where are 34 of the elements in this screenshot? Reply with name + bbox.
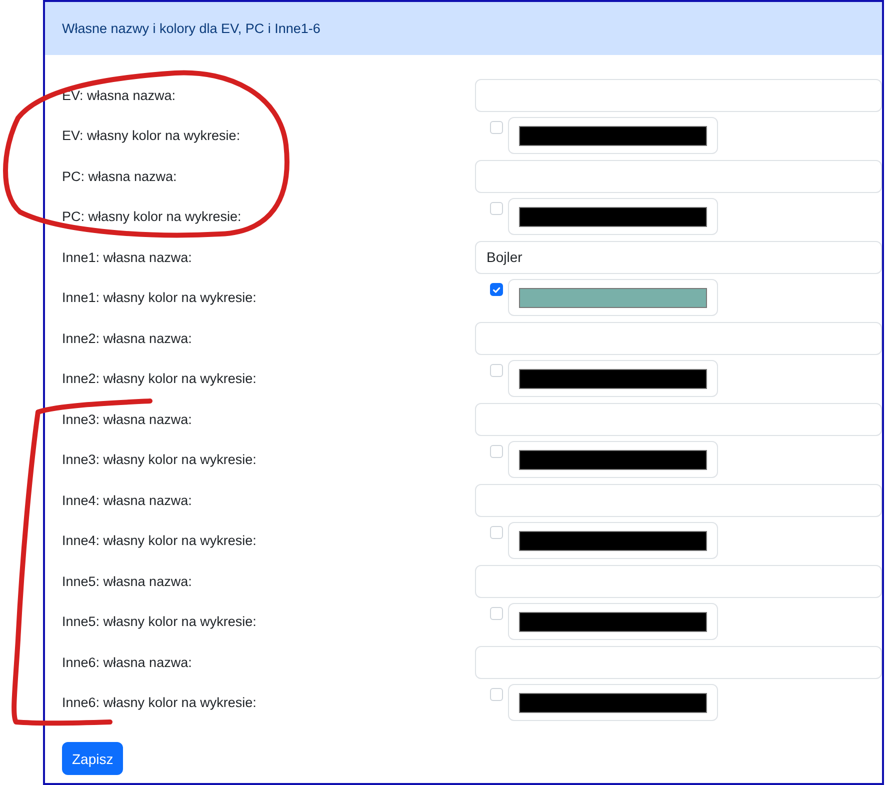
field-label: PC: własna nazwa: xyxy=(62,168,178,184)
field-label: EV: własny kolor na wykresie: xyxy=(62,128,242,144)
save-button[interactable]: Zapisz xyxy=(62,742,124,775)
name-input[interactable] xyxy=(475,484,882,517)
checkbox[interactable] xyxy=(490,283,503,296)
name-input[interactable] xyxy=(475,322,882,355)
field-label: Inne6: własny kolor na wykresie: xyxy=(62,695,258,710)
color-picker[interactable] xyxy=(508,441,718,478)
field-label: Inne1: własna nazwa: xyxy=(62,250,193,265)
field-label: Inne4: własny kolor na wykresie: xyxy=(62,533,258,548)
name-input[interactable] xyxy=(475,160,882,193)
field-label: Inne3: własna nazwa: xyxy=(62,412,193,427)
color-picker[interactable] xyxy=(508,198,718,236)
name-input[interactable] xyxy=(475,402,882,436)
field-label: Inne4: własna nazwa: xyxy=(62,492,193,508)
field-label: Inne2: własny kolor na wykresie: xyxy=(62,371,258,386)
color-picker[interactable] xyxy=(508,684,718,722)
field-label: Inne5: własna nazwa: xyxy=(62,574,193,589)
name-input[interactable] xyxy=(475,646,882,679)
field-label: Inne3: własny kolor na wykresie: xyxy=(62,452,258,468)
card-title: Własne nazwy i kolory dla EV, PC i Inne1-6 xyxy=(62,21,320,36)
color-picker[interactable] xyxy=(508,117,718,154)
color-picker[interactable] xyxy=(508,279,718,316)
field-label: Inne6: własna nazwa: xyxy=(62,654,193,670)
name-input[interactable]: Bojler xyxy=(475,240,882,274)
color-picker[interactable] xyxy=(508,522,718,560)
field-label: Inne2: własna nazwa: xyxy=(62,330,193,346)
field-label: Inne1: własny kolor na wykresie: xyxy=(62,290,258,306)
color-picker[interactable] xyxy=(508,603,718,640)
color-picker[interactable] xyxy=(508,360,718,398)
name-input[interactable] xyxy=(475,78,882,112)
field-label: Inne5: własny kolor na wykresie: xyxy=(62,614,258,630)
field-label: PC: własny kolor na wykresie: xyxy=(62,209,242,224)
name-input[interactable] xyxy=(475,564,882,598)
